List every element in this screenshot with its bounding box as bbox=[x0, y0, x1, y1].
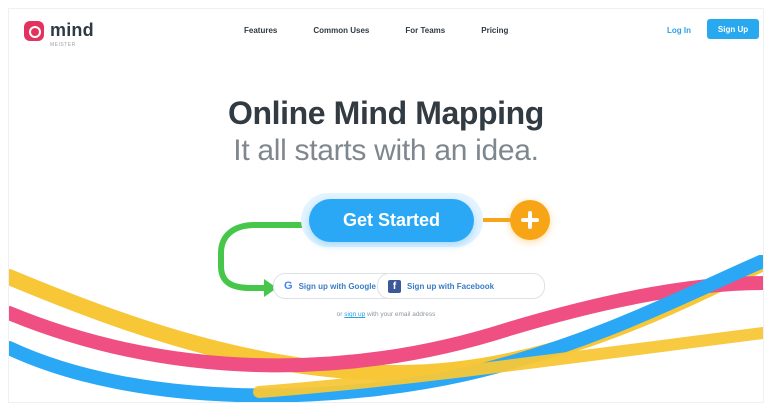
add-icon[interactable] bbox=[510, 200, 550, 240]
brand-name: mind bbox=[50, 20, 94, 40]
page-frame: mind MEISTER Features Common Uses For Te… bbox=[8, 8, 764, 403]
login-link[interactable]: Log In bbox=[667, 26, 691, 35]
decorative-color-waves bbox=[9, 255, 763, 402]
top-navigation: mind MEISTER Features Common Uses For Te… bbox=[9, 9, 763, 53]
brand-logo[interactable]: mind MEISTER bbox=[24, 20, 94, 48]
hero-title: Online Mind Mapping bbox=[228, 95, 544, 131]
nav-for-teams[interactable]: For Teams bbox=[405, 26, 445, 35]
brand-subtitle: MEISTER bbox=[50, 42, 76, 48]
main-menu: Features Common Uses For Teams Pricing bbox=[244, 26, 508, 35]
signup-button[interactable]: Sign Up bbox=[707, 19, 759, 39]
nav-common-uses[interactable]: Common Uses bbox=[313, 26, 369, 35]
nav-pricing[interactable]: Pricing bbox=[481, 26, 508, 35]
nav-features[interactable]: Features bbox=[244, 26, 277, 35]
hero-subtitle: It all starts with an idea. bbox=[233, 134, 539, 167]
logo-icon bbox=[24, 20, 44, 41]
get-started-button[interactable]: Get Started bbox=[309, 199, 474, 242]
cta-connector-line bbox=[483, 218, 511, 222]
